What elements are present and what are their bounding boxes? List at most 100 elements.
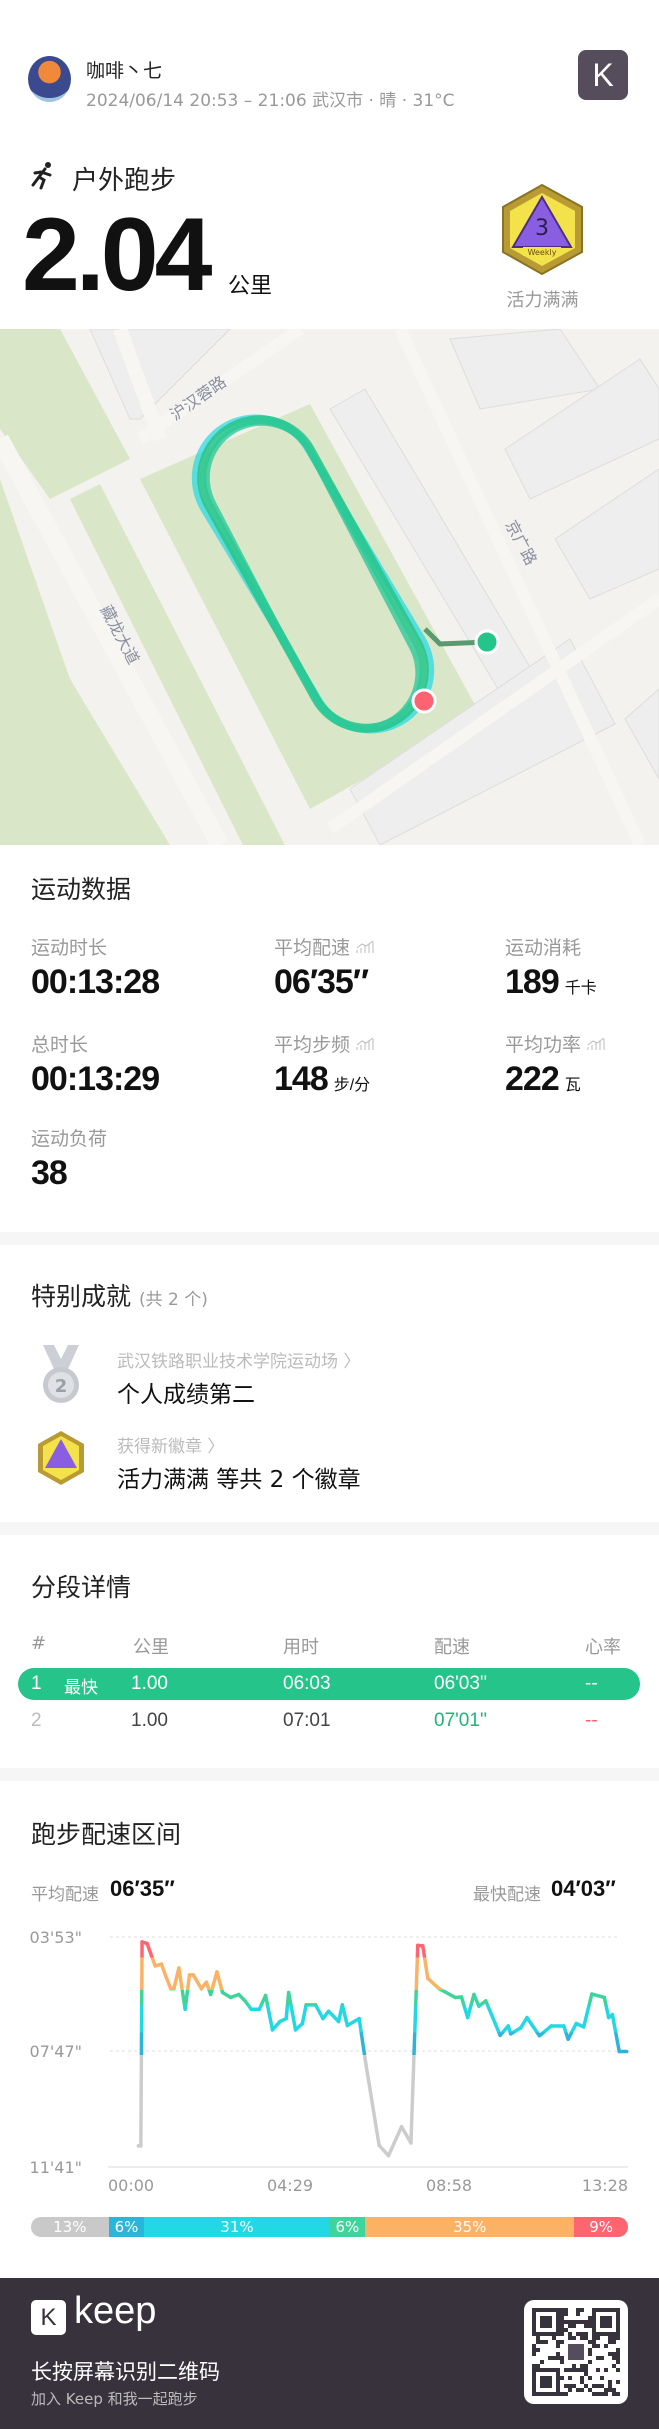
split-hr: --: [585, 1710, 598, 1731]
qr-module: [600, 2356, 604, 2360]
pace-segment: [409, 1943, 420, 2145]
qr-module: [596, 2356, 600, 2360]
pace-segment: [426, 1976, 441, 1991]
route-map[interactable]: 沪汉蓉路 京广路 藏龙大道: [0, 329, 659, 845]
running-icon: [31, 162, 52, 190]
pace-segment: [145, 1941, 157, 1968]
x-tick-label: 13:28: [582, 2176, 628, 2195]
qr-module: [580, 2308, 584, 2312]
trend-chart-icon[interactable]: [587, 1037, 605, 1051]
pace-segment: [300, 2003, 308, 2026]
badge-icon[interactable]: 3 Weekly: [499, 183, 586, 276]
qr-module: [616, 2356, 620, 2360]
pace-segment: [537, 2024, 554, 2038]
stat-value: 148 步/分: [274, 1060, 370, 1099]
qr-module: [584, 2336, 588, 2340]
stat-label: 平均配速: [274, 933, 374, 960]
achievement-location-link[interactable]: 武汉铁路职业技术学院运动场 〉: [117, 1347, 360, 1372]
fastest-tag: 最快: [64, 1678, 98, 1697]
qr-module: [568, 2336, 572, 2340]
stat-number: 222: [505, 1060, 560, 1098]
qr-module: [540, 2316, 552, 2328]
qr-hint: 长按屏幕识别二维码: [31, 2360, 220, 2384]
qr-module: [536, 2348, 540, 2352]
col-header: 公里: [133, 1637, 169, 1658]
pace-zone-segment: 31%: [144, 2217, 330, 2237]
qr-module: [568, 2324, 572, 2328]
avatar[interactable]: [28, 56, 71, 102]
stat-label: 运动时长: [31, 933, 107, 960]
pace-segment: [263, 1993, 275, 2032]
pace-segment: [602, 1995, 611, 2020]
x-tick-label: 04:29: [267, 2176, 313, 2195]
qr-module: [600, 2392, 604, 2396]
qr-module: [556, 2356, 560, 2360]
stat-value: 189 千卡: [505, 963, 597, 1002]
qr-module: [560, 2392, 564, 2396]
trend-chart-icon[interactable]: [356, 940, 374, 954]
pace-segment: [525, 2015, 542, 2038]
qr-module: [596, 2344, 600, 2348]
qr-module: [560, 2376, 564, 2380]
qr-module: [616, 2392, 620, 2396]
x-tick-label: 00:00: [108, 2176, 154, 2195]
qr-module: [576, 2332, 580, 2336]
qr-module: [588, 2348, 592, 2352]
qr-module: [616, 2380, 620, 2384]
join-text: 加入 Keep 和我一起跑步: [31, 2390, 198, 2408]
qr-module: [616, 2336, 620, 2340]
qr-module: [560, 2312, 564, 2316]
divider: [0, 1232, 659, 1245]
qr-module: [568, 2376, 572, 2380]
stat-label: 平均功率: [505, 1030, 605, 1057]
qr-module: [572, 2384, 576, 2388]
stat-label-text: 总时长: [31, 1034, 89, 1056]
pace-chart: 03'53" 07'47" 11'41" 00:00 04:29 08:58 1…: [30, 1928, 629, 2195]
qr-module: [564, 2320, 568, 2324]
stat-unit: 步/分: [333, 1077, 371, 1094]
pace-zone-segment: 6%: [329, 2217, 366, 2237]
user-name[interactable]: 咖啡丶七: [86, 56, 162, 83]
stat-label: 运动消耗: [505, 933, 581, 960]
qr-module: [580, 2336, 584, 2340]
medal-rank: 2: [55, 1376, 68, 1397]
svg-text:3: 3: [535, 216, 549, 241]
trend-chart-icon[interactable]: [356, 1037, 374, 1051]
qr-module: [536, 2340, 540, 2344]
badge-text: Weekly: [528, 248, 557, 257]
qr-module: [564, 2328, 568, 2332]
qr-module: [532, 2348, 536, 2352]
qr-module: [576, 2308, 580, 2312]
avg-pace-label: 平均配速: [31, 1885, 99, 1905]
qr-module: [588, 2320, 592, 2324]
pace-segment: [484, 1999, 502, 2038]
pace-zone-segment: 6%: [108, 2217, 145, 2237]
qr-module: [560, 2308, 564, 2312]
qr-module: [556, 2352, 560, 2356]
pace-segment: [215, 1970, 225, 1995]
qr-code[interactable]: [524, 2300, 628, 2404]
stat-label: 平均步频: [274, 1030, 374, 1057]
badge-label: 活力满满: [506, 290, 579, 311]
new-badge-link[interactable]: 获得新徽章 〉: [117, 1432, 224, 1457]
qr-module: [564, 2308, 568, 2312]
best-pace-value: 04′03″: [551, 1876, 616, 1901]
qr-module: [556, 2344, 560, 2348]
stat-label-text: 运动时长: [31, 937, 108, 959]
pace-segment: [590, 1992, 607, 2000]
qr-module: [560, 2332, 564, 2336]
qr-module: [596, 2336, 600, 2340]
pace-segment: [610, 2012, 622, 2054]
qr-module: [616, 2352, 620, 2356]
badge-icon: [38, 1431, 84, 1485]
qr-module: [616, 2348, 620, 2352]
stat-value: 06′35″: [274, 963, 369, 1002]
y-tick-label: 11'41": [30, 2158, 82, 2177]
qr-module: [584, 2368, 588, 2372]
stat-unit: 瓦: [564, 1077, 581, 1094]
qr-module: [536, 2336, 540, 2340]
split-km: 1.00: [131, 1673, 168, 1694]
qr-module: [592, 2336, 596, 2340]
qr-module: [616, 2368, 620, 2372]
pace-segment: [326, 2009, 341, 2024]
